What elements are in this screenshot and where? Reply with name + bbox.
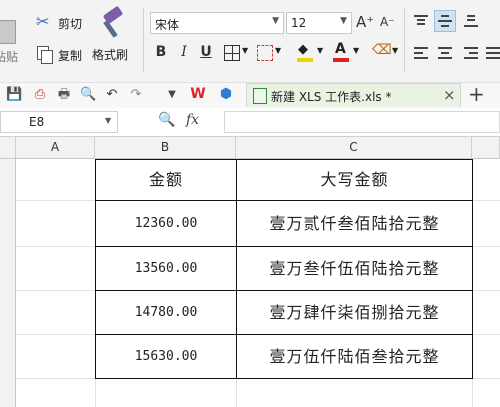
align-left-button[interactable]	[412, 44, 430, 62]
chevron-down-icon: ▼	[272, 16, 279, 26]
save-icon[interactable]: 💾	[6, 87, 22, 103]
chevron-down-icon: ▼	[105, 116, 112, 125]
paste-label: 粘贴	[0, 50, 19, 64]
formula-bar: E8 ▼ 🔍 fx	[0, 108, 500, 137]
align-middle-icon	[438, 15, 452, 27]
clipboard-icon	[0, 20, 16, 44]
justify-button[interactable]	[484, 44, 500, 62]
justify-icon	[486, 47, 500, 59]
select-all-corner[interactable]	[0, 137, 16, 159]
format-painter-button[interactable]: 格式刷	[92, 5, 138, 68]
chevron-down-icon: ▼	[242, 46, 249, 55]
undo-icon[interactable]: ↶	[104, 87, 120, 103]
chevron-down-icon: ▼	[392, 46, 399, 55]
print-icon[interactable]: 🖶	[56, 87, 72, 103]
new-tab-button[interactable]: +	[468, 82, 485, 106]
align-right-icon	[464, 47, 478, 59]
underline-button[interactable]: U	[197, 42, 215, 62]
fill-color-bar	[297, 58, 313, 62]
amount-cell[interactable]: 13560.00	[96, 247, 237, 290]
wps-logo-icon[interactable]: W	[190, 86, 206, 102]
align-right-button[interactable]	[462, 44, 480, 62]
close-tab-icon[interactable]: ×	[443, 86, 456, 104]
align-top-icon	[414, 15, 428, 25]
insert-function-button[interactable]: fx	[186, 112, 199, 128]
borders-icon	[224, 45, 240, 61]
borders-button[interactable]: ▼	[224, 44, 254, 62]
font-color-bar	[333, 58, 349, 62]
italic-button[interactable]: I	[175, 42, 193, 62]
font-name-value: 宋体	[155, 18, 180, 32]
clear-format-button[interactable]: ⌫ ▼	[372, 42, 402, 64]
column-header-d[interactable]	[472, 137, 500, 159]
merge-icon	[257, 45, 273, 61]
uppercase-cell[interactable]: 壹万贰仟叁佰陆拾元整	[237, 201, 472, 246]
paint-bucket-icon: ◆	[298, 42, 308, 57]
formula-input[interactable]	[224, 111, 500, 133]
font-name-select[interactable]: 宋体 ▼	[150, 12, 284, 34]
row-headers[interactable]	[0, 159, 16, 407]
align-center-button[interactable]	[436, 44, 454, 62]
divider	[143, 8, 144, 72]
scissors-icon: ✂	[36, 12, 50, 31]
uppercase-cell[interactable]: 壹万叁仟伍佰陆拾元整	[237, 247, 472, 290]
tab-document[interactable]: 新建 XLS 工作表.xls * ×	[246, 83, 461, 107]
amount-cell[interactable]: 15630.00	[96, 335, 237, 378]
amount-cell[interactable]: 14780.00	[96, 291, 237, 334]
export-pdf-icon[interactable]: ⎙	[32, 87, 48, 103]
chevron-down-icon: ▼	[275, 46, 282, 55]
align-center-icon	[438, 47, 452, 59]
cube-icon[interactable]: ⬢	[218, 86, 234, 102]
font-size-value: 12	[291, 16, 307, 30]
name-box-value: E8	[29, 115, 45, 129]
font-size-select[interactable]: 12 ▼	[286, 12, 352, 34]
amount-cell[interactable]: 12360.00	[96, 201, 237, 246]
format-painter-label: 格式刷	[92, 48, 129, 62]
uppercase-cell[interactable]: 壹万肆仟柒佰捌拾元整	[237, 291, 472, 334]
chevron-down-icon: ▼	[353, 46, 360, 55]
copy-button[interactable]: 复制	[36, 44, 88, 66]
header-amount[interactable]: 金额	[96, 160, 237, 200]
table-row: 12360.00 壹万贰仟叁佰陆拾元整	[95, 201, 473, 247]
merge-cells-button[interactable]: ▼	[257, 44, 287, 62]
font-color-button[interactable]: A ▼	[333, 41, 365, 64]
print-preview-icon[interactable]: 🔍	[80, 87, 96, 103]
table-row: 14780.00 壹万肆仟柒佰捌拾元整	[95, 290, 473, 335]
column-header-c[interactable]: C	[236, 137, 472, 159]
chevron-down-icon: ▼	[340, 16, 347, 26]
sheet-grid[interactable]: A B C 金额 大写金额 12360.00 壹万贰仟叁佰陆拾元整 13560.…	[0, 137, 500, 407]
copy-label: 复制	[58, 49, 83, 63]
name-box[interactable]: E8 ▼	[0, 111, 118, 133]
column-header-b[interactable]: B	[95, 137, 236, 159]
align-bottom-button[interactable]	[462, 12, 480, 30]
table-row: 15630.00 壹万伍仟陆佰叁拾元整	[95, 334, 473, 379]
spreadsheet-file-icon	[253, 88, 267, 104]
divider	[404, 8, 405, 72]
uppercase-cell[interactable]: 壹万伍仟陆佰叁拾元整	[237, 335, 472, 378]
shrink-font-button[interactable]: A⁻	[380, 15, 395, 29]
align-left-icon	[414, 47, 428, 59]
paste-button[interactable]: 粘贴	[0, 18, 22, 68]
table-header-row: 金额 大写金额	[95, 159, 473, 201]
cut-label: 剪切	[58, 17, 83, 31]
tab-title: 新建 XLS 工作表.xls *	[271, 90, 392, 104]
align-top-button[interactable]	[412, 12, 430, 30]
header-uppercase-amount[interactable]: 大写金额	[237, 160, 472, 200]
column-header-a[interactable]: A	[16, 137, 95, 159]
chevron-down-icon: ▼	[317, 46, 324, 55]
table-row: 13560.00 壹万叁仟伍佰陆拾元整	[95, 246, 473, 291]
eraser-icon: ⌫	[372, 42, 392, 58]
grow-font-button[interactable]: A⁺	[356, 13, 374, 31]
align-bottom-icon	[464, 15, 478, 27]
font-color-icon: A	[335, 41, 346, 57]
bold-button[interactable]: B	[152, 42, 170, 62]
ribbon: 粘贴 ✂ 剪切 复制 格式刷 宋体 ▼ 12 ▼ A⁺ A⁻ B I U ▼ ▼…	[0, 0, 500, 82]
align-middle-button[interactable]	[434, 10, 456, 32]
zoom-icon[interactable]: 🔍	[158, 112, 175, 128]
redo-icon[interactable]: ↷	[128, 87, 144, 103]
fill-color-button[interactable]: ◆ ▼	[297, 42, 329, 64]
chevron-down-icon[interactable]: ▼	[164, 87, 180, 103]
cut-button[interactable]: ✂ 剪切	[36, 12, 88, 34]
